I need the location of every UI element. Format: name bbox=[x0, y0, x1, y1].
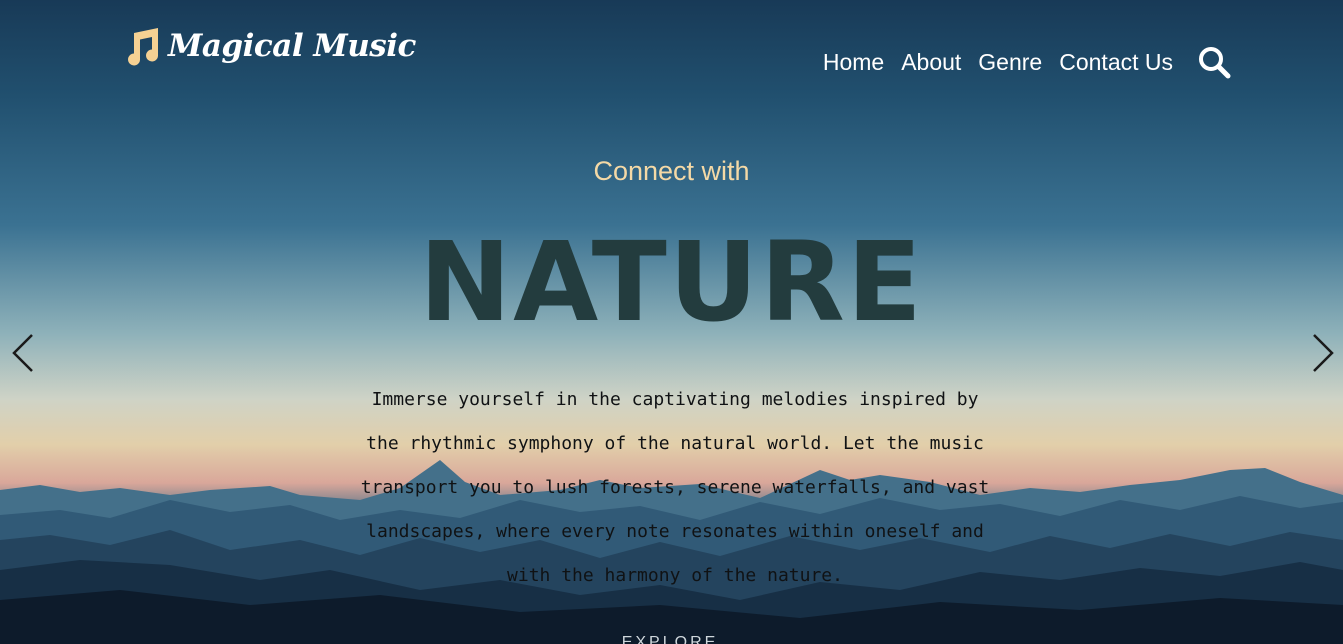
nav-about[interactable]: About bbox=[901, 46, 961, 78]
nav-contact-us[interactable]: Contact Us bbox=[1059, 46, 1173, 78]
hero-subtitle: Connect with bbox=[593, 156, 750, 186]
chevron-left-icon[interactable] bbox=[8, 332, 38, 374]
explore-button[interactable]: EXPLORE bbox=[600, 634, 740, 644]
brand-name: Magical Music bbox=[168, 28, 416, 64]
main-nav: Home About Genre Contact Us bbox=[823, 46, 1173, 78]
nav-home[interactable]: Home bbox=[823, 46, 884, 78]
hero-description: Immerse yourself in the captivating melo… bbox=[360, 389, 990, 586]
brand-logo[interactable]: Magical Music bbox=[120, 24, 416, 68]
nav-genre[interactable]: Genre bbox=[978, 46, 1042, 78]
chevron-right-icon[interactable] bbox=[1308, 332, 1338, 374]
hero-slide: Magical Music Home About Genre Contact U… bbox=[0, 0, 1343, 644]
music-note-icon bbox=[128, 28, 159, 66]
search-icon[interactable] bbox=[1196, 44, 1232, 80]
hero-headline: NATURE bbox=[419, 218, 924, 346]
